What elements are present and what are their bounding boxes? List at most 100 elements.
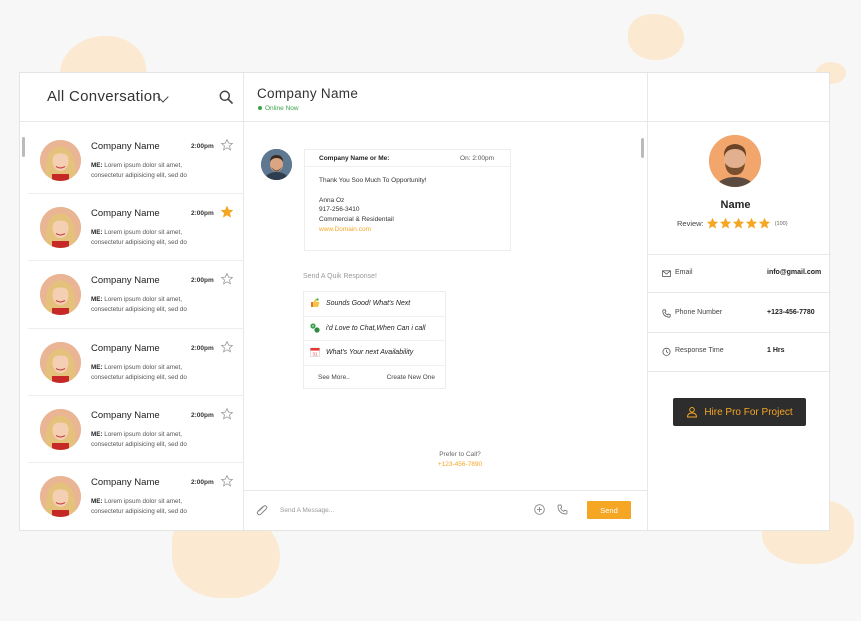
chat-app: All Conversation Company Name 2:00pm ME: L… <box>19 72 831 531</box>
email-row: Email info@gmail.com <box>648 269 831 307</box>
online-status-text: Online Now <box>265 105 299 112</box>
message-input[interactable] <box>280 503 510 517</box>
contact-role: Commercial & Residentail <box>319 216 394 224</box>
prefer-call-phone[interactable]: +123-456-7890 <box>426 461 494 468</box>
rating-star-icon <box>745 218 757 229</box>
conversation-list: Company Name 2:00pm ME: Lorem ipsum dolor … <box>28 127 244 530</box>
see-more-link[interactable]: See More.. <box>318 374 350 381</box>
hire-pro-button[interactable]: Hire Pro For Project <box>673 398 806 426</box>
clock-icon <box>662 347 671 356</box>
chat-scrollbar[interactable] <box>641 138 644 158</box>
decorative-blob <box>628 14 684 60</box>
conversation-time: 2:00pm <box>191 277 214 285</box>
email-value[interactable]: info@gmail.com <box>767 269 821 276</box>
divider <box>648 254 831 255</box>
avatar <box>40 408 81 450</box>
message-composer: Send <box>244 490 648 530</box>
create-new-link[interactable]: Create New One <box>387 374 435 381</box>
email-label: Email <box>675 269 693 276</box>
search-icon[interactable] <box>219 90 233 104</box>
conversation-message: Lorem ipsum dolor sit amet, consectetur … <box>91 363 187 381</box>
avatar <box>40 140 81 181</box>
divider <box>648 332 831 333</box>
conversation-preview: ME: Lorem ipsum dolor sit amet, consecte… <box>91 295 206 315</box>
thumbs-up-icon <box>311 298 320 307</box>
conversation-name: Company Name <box>91 275 160 287</box>
send-button[interactable]: Send <box>587 501 631 519</box>
rating-star-icon <box>706 218 718 229</box>
star-icon[interactable] <box>221 474 233 487</box>
conversation-name: Company Name <box>91 409 160 421</box>
quick-response-item[interactable]: Sounds Good! What's Next <box>304 292 445 317</box>
phone-row: Phone Number +123-456-7780 <box>648 309 831 347</box>
conversation-preview: ME: Lorem ipsum dolor sit amet, consecte… <box>91 497 206 517</box>
profile-name: Name <box>720 199 751 211</box>
review-count: (100) <box>774 220 788 227</box>
rating-stars <box>706 218 770 229</box>
paperclip-icon[interactable] <box>256 504 268 516</box>
conversation-item[interactable]: Company Name 2:00pm ME: Lorem ipsum dolor … <box>28 261 244 329</box>
sidebar-header: All Conversation <box>20 73 243 122</box>
avatar <box>709 135 761 187</box>
conversation-filter-label[interactable]: All Conversation <box>47 88 161 105</box>
conversation-item[interactable]: Company Name 2:00pm ME: Lorem ipsum dolor … <box>28 194 244 262</box>
conversation-prefix: ME: <box>91 229 103 237</box>
quick-response-footer: See More.. Create New One <box>304 366 445 388</box>
conversation-time: 2:00pm <box>191 143 214 150</box>
conversation-item[interactable]: Company Name 2:00pm ME: Lorem ipsum dolor … <box>28 329 244 396</box>
conversation-time: 2:00pm <box>191 210 214 218</box>
phone-value[interactable]: +123-456-7780 <box>767 309 815 316</box>
response-time-label: Response Time <box>675 347 724 354</box>
avatar <box>40 475 81 517</box>
divider <box>648 371 831 372</box>
conversation-item[interactable]: Company Name 2:00pm ME: Lorem ipsum dolor … <box>28 127 244 195</box>
conversation-time: 2:00pm <box>191 344 214 352</box>
message-card-header: Company Name or Me: On: 2:00pm <box>305 150 510 167</box>
star-icon[interactable] <box>221 206 233 218</box>
divider <box>648 292 831 293</box>
svg-text:31: 31 <box>312 352 318 357</box>
user-badge-icon <box>687 407 698 418</box>
profile-panel: Name Review: (100) Email info@gmail.com … <box>648 73 831 530</box>
envelope-icon <box>662 270 671 277</box>
response-time-value: 1 Hrs <box>767 347 785 354</box>
star-icon[interactable] <box>221 340 233 353</box>
conversation-prefix: ME: <box>91 296 103 304</box>
star-icon[interactable] <box>221 407 233 420</box>
quick-response-item[interactable]: i'd Love to Chat,When Can i call <box>304 317 445 341</box>
message-body: Thank You Soo Much To Opportunity! Anna … <box>305 167 510 244</box>
contact-name: Anna Oz <box>319 196 345 204</box>
chat-panel: Company Name Online Now Company Name or … <box>244 73 648 530</box>
star-icon[interactable] <box>221 139 233 151</box>
avatar <box>40 207 81 249</box>
conversation-time: 2:00pm <box>191 411 214 419</box>
avatar <box>40 274 81 316</box>
hire-pro-label: Hire Pro For Project <box>704 406 793 418</box>
quick-response-title: Send A Quik Response! <box>303 273 377 280</box>
online-dot-icon <box>258 106 262 111</box>
conversation-message: Lorem ipsum dolor sit amet, consectetur … <box>91 497 187 515</box>
conversation-name: Company Name <box>91 208 160 220</box>
add-circle-icon[interactable] <box>534 504 545 515</box>
quick-response-text: i'd Love to Chat,When Can i call <box>326 324 426 332</box>
conversation-item[interactable]: Company Name 2:00pm ME: Lorem ipsum dolor … <box>28 463 244 530</box>
conversation-preview: ME: Lorem ipsum dolor sit amet, consecte… <box>91 161 206 181</box>
conversation-message: Lorem ipsum dolor sit amet, consectetur … <box>91 162 187 179</box>
conversation-time: 2:00pm <box>191 478 214 486</box>
avatar <box>40 341 81 383</box>
conversation-message: Lorem ipsum dolor sit amet, consectetur … <box>91 296 187 314</box>
response-time-row: Response Time 1 Hrs <box>648 347 831 385</box>
conversation-prefix: ME: <box>91 363 103 371</box>
review-label: Review: <box>677 219 704 228</box>
phone-icon[interactable] <box>557 504 568 515</box>
chat-title: Company Name <box>257 86 359 101</box>
contact-link[interactable]: www.Domain.com <box>319 225 496 235</box>
conversation-prefix: ME: <box>91 430 103 438</box>
message-card: Company Name or Me: On: 2:00pm Thank You… <box>304 149 511 251</box>
sidebar-scrollbar[interactable] <box>22 137 25 157</box>
star-icon[interactable] <box>221 273 233 285</box>
conversation-message: Lorem ipsum dolor sit amet, consectetur … <box>91 229 187 247</box>
conversation-preview: ME: Lorem ipsum dolor sit amet, consecte… <box>91 363 206 383</box>
quick-response-item[interactable]: 31 What's Your next Availability <box>304 341 445 366</box>
conversation-item[interactable]: Company Name 2:00pm ME: Lorem ipsum dolor … <box>28 396 244 463</box>
